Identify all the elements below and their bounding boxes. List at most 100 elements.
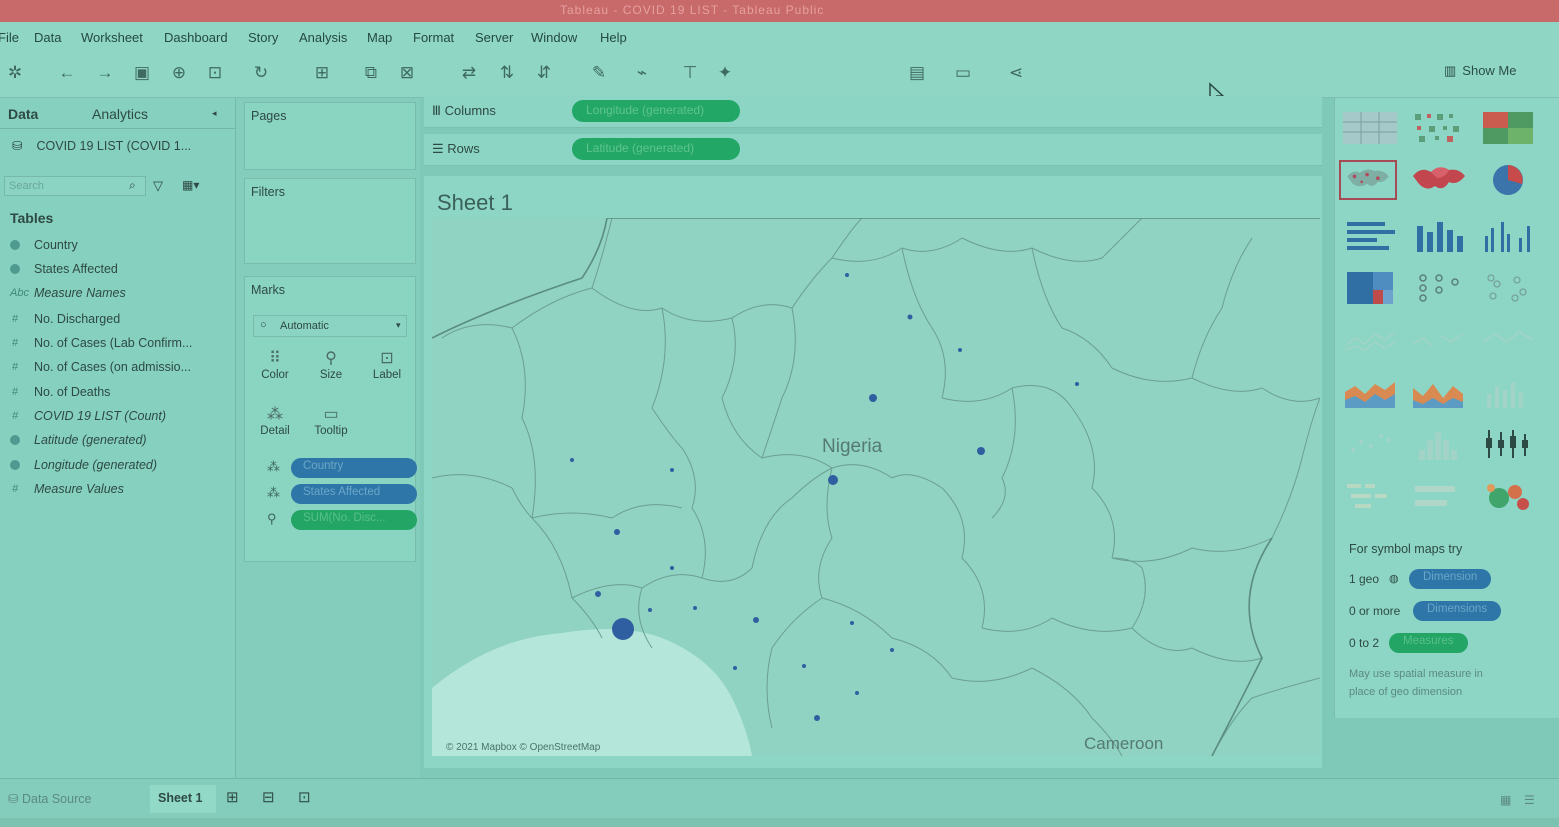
group-icon[interactable]: ⌁ xyxy=(631,62,653,84)
area-discrete-thumb[interactable] xyxy=(1409,372,1467,412)
rows-shelf[interactable]: ☰ Rows Latitude (generated) xyxy=(424,134,1322,166)
stacked-bars-thumb[interactable] xyxy=(1409,216,1467,256)
menu-analysis[interactable]: Analysis xyxy=(299,30,347,45)
pill-country[interactable]: Country xyxy=(291,458,417,478)
field-states-affected[interactable]: States Affected xyxy=(10,262,118,276)
treemap-thumb[interactable] xyxy=(1341,268,1399,308)
pin-icon[interactable]: ✦ xyxy=(714,62,736,84)
pie-chart-thumb[interactable] xyxy=(1479,160,1537,200)
line-discrete-thumb[interactable] xyxy=(1409,320,1467,360)
field-country[interactable]: Country xyxy=(10,238,78,252)
field-cases-admission[interactable]: # No. of Cases (on admissio... xyxy=(10,360,191,374)
dual-combination-thumb[interactable] xyxy=(1479,372,1537,412)
new-story-icon[interactable]: ⊡ xyxy=(298,788,311,806)
scatter-plot-thumb[interactable] xyxy=(1341,424,1399,464)
label-button[interactable]: ⊡ Label xyxy=(363,349,411,381)
new-worksheet-icon[interactable]: ⊞ xyxy=(311,62,333,84)
pill-sum-discharged[interactable]: SUM(No. Disc... xyxy=(291,510,417,530)
menu-help[interactable]: Help xyxy=(600,30,627,45)
symbol-map-thumb[interactable] xyxy=(1339,160,1397,200)
pill-latitude[interactable]: Latitude (generated) xyxy=(572,138,740,160)
tooltip-button[interactable]: ▭ Tooltip xyxy=(307,405,355,437)
highlight-table-thumb[interactable] xyxy=(1479,108,1537,148)
heat-map-thumb[interactable] xyxy=(1409,108,1467,148)
horizontal-bars-thumb[interactable] xyxy=(1341,216,1399,256)
detail-button[interactable]: ⁂ Detail xyxy=(251,405,299,437)
labels-icon[interactable]: ⊤ xyxy=(679,62,701,84)
field-no-discharged[interactable]: # No. Discharged xyxy=(10,312,120,326)
histogram-thumb[interactable] xyxy=(1409,424,1467,464)
field-measure-names[interactable]: Abc Measure Names xyxy=(10,286,126,300)
dual-lines-thumb[interactable] xyxy=(1479,320,1537,360)
tab-data[interactable]: Data xyxy=(8,106,38,122)
back-icon[interactable]: ← xyxy=(56,62,78,84)
map-attribution[interactable]: © 2021 Mapbox © OpenStreetMap xyxy=(446,742,600,753)
presentation-icon[interactable]: ▭ xyxy=(952,62,974,84)
menu-map[interactable]: Map xyxy=(367,30,392,45)
menu-server[interactable]: Server xyxy=(475,30,513,45)
field-latitude[interactable]: Latitude (generated) xyxy=(10,433,147,447)
fit-icon[interactable]: ▤ xyxy=(906,62,928,84)
columns-shelf[interactable]: Ⅲ Columns Longitude (generated) xyxy=(424,96,1322,128)
sort-desc-icon[interactable]: ⇵ xyxy=(533,62,555,84)
circle-views-thumb[interactable] xyxy=(1409,268,1467,308)
field-measure-values[interactable]: # Measure Values xyxy=(10,482,124,496)
menu-file[interactable]: File xyxy=(0,30,19,45)
field-no-deaths[interactable]: # No. of Deaths xyxy=(10,385,111,399)
menu-worksheet[interactable]: Worksheet xyxy=(81,30,143,45)
filters-card[interactable]: Filters xyxy=(244,178,416,264)
new-dashboard-icon[interactable]: ⊟ xyxy=(262,788,275,806)
collapse-icon[interactable]: ◂ xyxy=(212,108,217,119)
tableau-logo-icon[interactable]: ✲ xyxy=(4,62,26,84)
color-button[interactable]: ⠿ Color xyxy=(251,349,299,381)
clear-sheet-icon[interactable]: ⊠ xyxy=(396,62,418,84)
box-whisker-thumb[interactable] xyxy=(1479,424,1537,464)
tab-analytics[interactable]: Analytics xyxy=(92,106,148,122)
bullet-graph-thumb[interactable] xyxy=(1409,476,1467,516)
side-by-side-bars-thumb[interactable] xyxy=(1479,216,1537,256)
menu-format[interactable]: Format xyxy=(413,30,454,45)
size-button[interactable]: ⚲ Size xyxy=(307,349,355,381)
menu-story[interactable]: Story xyxy=(248,30,278,45)
share-icon[interactable]: ⋖ xyxy=(1005,62,1027,84)
packed-bubbles-thumb[interactable] xyxy=(1479,476,1537,516)
grid-view-icon[interactable]: ▦ xyxy=(1500,793,1511,807)
show-me-button[interactable]: ▥ Show Me xyxy=(1436,58,1525,84)
datasource-item[interactable]: ⛁ COVID 19 LIST (COVID 1... xyxy=(12,138,191,154)
new-datasource-icon[interactable]: ⊕ xyxy=(168,62,190,84)
map-view[interactable]: Nigeria Cameroon © 2021 Mapbox © OpenStr… xyxy=(431,217,1321,757)
field-count[interactable]: # COVID 19 LIST (Count) xyxy=(10,409,166,423)
area-continuous-thumb[interactable] xyxy=(1341,372,1399,412)
highlight-icon[interactable]: ✎ xyxy=(588,62,610,84)
tab-sheet-1[interactable]: Sheet 1 xyxy=(150,785,216,813)
pages-card[interactable]: Pages xyxy=(244,102,416,170)
tab-data-source[interactable]: ⛁ Data Source xyxy=(8,791,91,806)
menu-window[interactable]: Window xyxy=(531,30,577,45)
forward-icon[interactable]: → xyxy=(94,62,116,84)
pill-states-affected[interactable]: States Affected xyxy=(291,484,417,504)
field-cases-lab[interactable]: # No. of Cases (Lab Confirm... xyxy=(10,336,192,350)
new-worksheet-icon[interactable]: ⊞ xyxy=(226,788,239,806)
mark-type-dropdown[interactable]: ○ Automatic ▾ xyxy=(253,315,407,337)
line-continuous-thumb[interactable] xyxy=(1341,320,1399,360)
search-box[interactable]: Search ⌕ xyxy=(4,176,146,196)
pause-updates-icon[interactable]: ⊡ xyxy=(204,62,226,84)
map-canvas[interactable] xyxy=(431,217,1321,757)
menu-dashboard[interactable]: Dashboard xyxy=(164,30,228,45)
side-by-side-circles-thumb[interactable] xyxy=(1479,268,1537,308)
save-icon[interactable]: ▣ xyxy=(131,62,153,84)
detail-icon: ⁂ xyxy=(267,459,280,474)
filter-icon[interactable]: ▽ xyxy=(153,178,163,194)
list-view-icon[interactable]: ☰ xyxy=(1524,793,1535,807)
duplicate-sheet-icon[interactable]: ⧉ xyxy=(360,62,382,84)
sort-asc-icon[interactable]: ⇅ xyxy=(496,62,518,84)
view-options-icon[interactable]: ▦▾ xyxy=(182,178,199,192)
gantt-thumb[interactable] xyxy=(1341,476,1399,516)
filled-map-thumb[interactable] xyxy=(1409,160,1467,200)
menu-data[interactable]: Data xyxy=(34,30,61,45)
text-table-thumb[interactable] xyxy=(1341,108,1399,148)
refresh-icon[interactable]: ↻ xyxy=(250,62,272,84)
swap-icon[interactable]: ⇄ xyxy=(458,62,480,84)
pill-longitude[interactable]: Longitude (generated) xyxy=(572,100,740,122)
field-longitude[interactable]: Longitude (generated) xyxy=(10,458,157,472)
